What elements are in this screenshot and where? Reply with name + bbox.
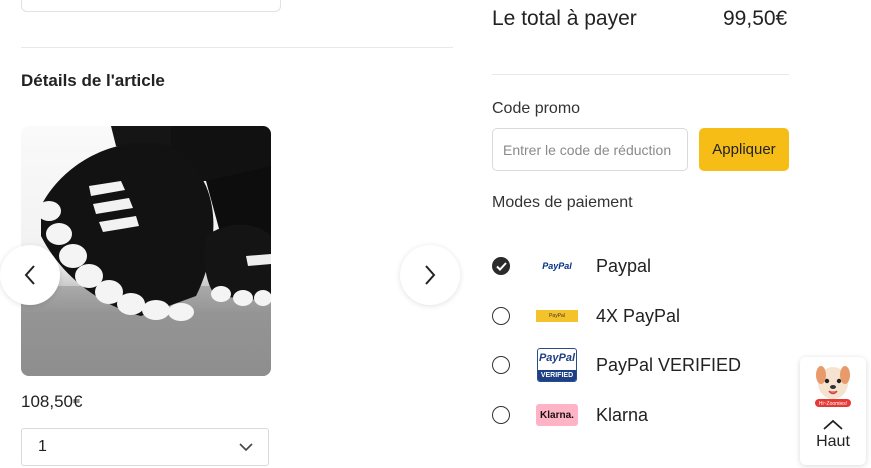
promo-label: Code promo (492, 100, 581, 117)
divider (21, 47, 453, 48)
quantity-value: 1 (38, 438, 47, 455)
radio-checked[interactable] (492, 257, 510, 275)
payment-option-paypal[interactable]: PayPal Paypal (492, 251, 792, 281)
paypal-logo: PayPal (542, 261, 572, 271)
total-value: 99,50€ (723, 7, 788, 30)
carousel-prev-button[interactable] (0, 245, 60, 305)
radio-unchecked[interactable] (492, 307, 510, 325)
chevron-down-icon (239, 443, 253, 452)
chevron-up-icon (823, 419, 843, 430)
paypal-verified-logo: PayPal VERIFIED (535, 348, 579, 382)
scroll-top-label: Haut (816, 433, 850, 450)
chevron-left-icon (24, 265, 35, 285)
item-price: 108,50€ (21, 392, 83, 411)
promo-code-input[interactable] (492, 128, 688, 171)
product-image[interactable] (21, 126, 271, 376)
carousel-next-button[interactable] (400, 245, 460, 305)
payment-name: Paypal (596, 255, 652, 276)
dog-mascot-icon: Hi~Zoomies! (815, 366, 851, 407)
apply-promo-button[interactable]: Appliquer (699, 128, 789, 171)
total-label: Le total à payer (492, 7, 637, 30)
payment-option-paypal-verified[interactable]: PayPal VERIFIED PayPal VERIFIED (492, 348, 792, 382)
side-widget: Hi~Zoomies! Haut (800, 357, 866, 465)
payment-name: Klarna (596, 404, 649, 425)
quantity-select[interactable]: 1 (21, 428, 269, 466)
klarna-logo: Klarna. (535, 404, 579, 426)
payment-methods-label: Modes de paiement (492, 194, 633, 211)
payment-name: PayPal VERIFIED (596, 354, 742, 375)
previous-section-box (21, 0, 281, 12)
radio-unchecked[interactable] (492, 356, 510, 374)
radio-unchecked[interactable] (492, 406, 510, 424)
payment-option-klarna[interactable]: Klarna. Klarna (492, 400, 792, 430)
payment-name: 4X PayPal (596, 305, 681, 326)
mascot-label: Hi~Zoomies! (819, 401, 847, 407)
payment-option-4x-paypal[interactable]: PayPal 4X PayPal (492, 301, 792, 331)
scroll-to-top-button[interactable]: Haut (800, 419, 866, 451)
mascot-icon[interactable]: Hi~Zoomies! (813, 363, 853, 407)
paypal-4x-logo: PayPal (535, 310, 579, 322)
checkmark-icon (495, 261, 507, 271)
section-title: Détails de l'article (21, 71, 165, 90)
chevron-right-icon (425, 265, 436, 285)
divider (492, 74, 789, 75)
sneaker-photo (21, 126, 271, 376)
